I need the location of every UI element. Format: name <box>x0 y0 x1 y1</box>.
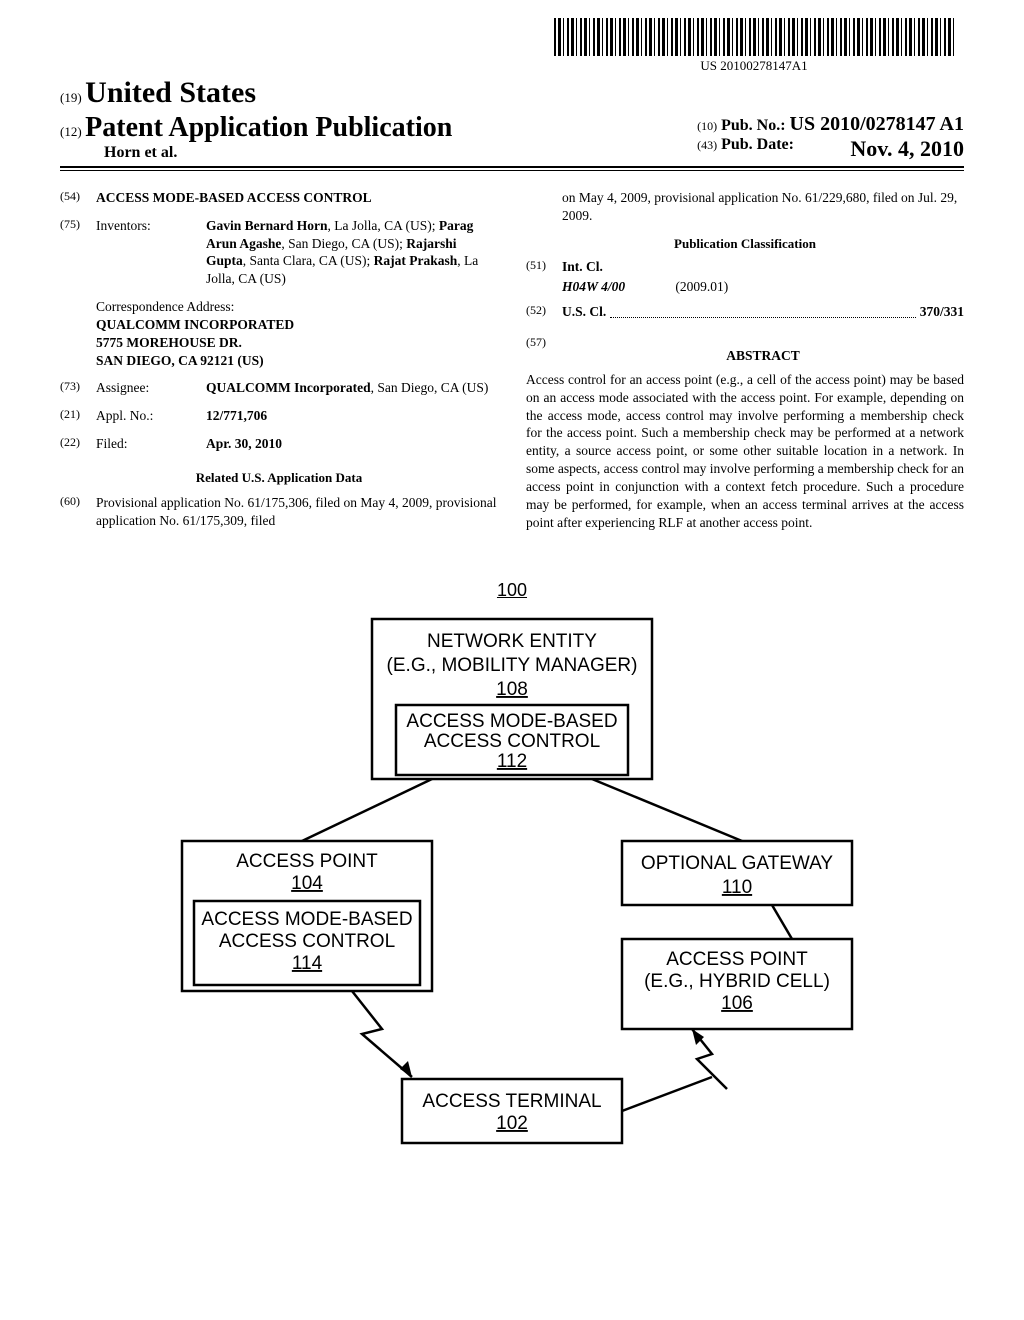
assignee-value: QUALCOMM Incorporated, San Diego, CA (US… <box>206 379 498 397</box>
applno-code: (21) <box>60 407 96 425</box>
abstract-body: Access control for an access point (e.g.… <box>526 371 964 531</box>
gateway-ref: 110 <box>722 877 752 898</box>
doc-type: Patent Application Publication <box>85 112 452 143</box>
amac-line1-112: ACCESS MODE-BASED <box>406 711 617 732</box>
gateway-label: OPTIONAL GATEWAY <box>641 853 833 874</box>
filed-value: Apr. 30, 2010 <box>206 435 498 453</box>
barcode-text: US 20100278147A1 <box>554 58 954 74</box>
correspondence-label: Correspondence Address: <box>96 298 498 316</box>
country-code: (19) <box>60 90 82 105</box>
provisional-continuation: on May 4, 2009, provisional application … <box>562 189 964 225</box>
amac-ref-112: 112 <box>497 751 527 772</box>
uscl-code: (52) <box>526 303 562 321</box>
correspondence-address: QUALCOMM INCORPORATED5775 MOREHOUSE DR.S… <box>96 316 498 369</box>
invention-title: ACCESS MODE-BASED ACCESS CONTROL <box>96 189 372 207</box>
abstract-heading: ABSTRACT <box>562 347 964 365</box>
intcl-code: (51) <box>526 258 562 276</box>
intcl-date: (2009.01) <box>675 279 728 294</box>
intcl-label: Int. Cl. <box>562 258 603 276</box>
country-line: (19) United States <box>60 76 964 110</box>
applno-label: Appl. No.: <box>96 407 206 425</box>
uscl-leader <box>610 303 915 318</box>
figure-diagram: NETWORK ENTITY (E.G., MOBILITY MANAGER) … <box>152 609 872 1169</box>
pub-date: Nov. 4, 2010 <box>850 136 964 162</box>
pub-date-code: (43) <box>697 138 717 152</box>
doc-type-code: (12) <box>60 124 82 139</box>
network-entity-ref: 108 <box>496 679 528 700</box>
assignee-label: Assignee: <box>96 379 206 397</box>
provisional-code: (60) <box>60 494 96 530</box>
inventors-code: (75) <box>60 217 96 288</box>
amac-line2-112: ACCESS CONTROL <box>424 731 600 752</box>
terminal-label: ACCESS TERMINAL <box>422 1091 601 1112</box>
ap-right-sub: (E.G., HYBRID CELL) <box>644 971 830 992</box>
network-entity-sub: (E.G., MOBILITY MANAGER) <box>387 655 638 676</box>
country-name: United States <box>85 76 256 109</box>
applno-value: 12/771,706 <box>206 407 498 425</box>
terminal-ref: 102 <box>496 1113 528 1134</box>
related-data-heading: Related U.S. Application Data <box>60 469 498 486</box>
uscl-label: U.S. Cl. <box>562 303 606 321</box>
abstract-code: (57) <box>526 335 562 371</box>
ap-left-ref: 104 <box>291 873 323 894</box>
inventors-label: Inventors: <box>96 217 206 288</box>
provisional-text: Provisional application No. 61/175,306, … <box>96 494 498 530</box>
figure-reference: 100 <box>497 580 527 601</box>
pub-no-code: (10) <box>697 119 717 133</box>
barcode-block: US 20100278147A1 <box>554 18 954 74</box>
intcl-class: H04W 4/00 <box>562 278 672 296</box>
amac-line2-114: ACCESS CONTROL <box>219 931 395 952</box>
pub-no: US 2010/0278147 A1 <box>790 113 964 135</box>
amac-line1-114: ACCESS MODE-BASED <box>201 909 412 930</box>
ap-right-ref: 106 <box>721 993 753 1014</box>
ap-right-label: ACCESS POINT <box>666 949 808 970</box>
pub-no-label: Pub. No.: <box>721 117 785 134</box>
classification-heading: Publication Classification <box>526 235 964 252</box>
amac-ref-114: 114 <box>292 953 323 974</box>
pub-date-label: Pub. Date: <box>721 136 794 153</box>
ap-left-label: ACCESS POINT <box>236 851 378 872</box>
barcode-graphic <box>554 18 954 56</box>
title-code: (54) <box>60 189 96 207</box>
authors: Horn et al. <box>104 144 452 162</box>
inventors-value: Gavin Bernard Horn, La Jolla, CA (US); P… <box>206 217 498 288</box>
filed-label: Filed: <box>96 435 206 453</box>
uscl-value: 370/331 <box>920 303 964 321</box>
assignee-code: (73) <box>60 379 96 397</box>
network-entity-label: NETWORK ENTITY <box>427 631 597 652</box>
filed-code: (22) <box>60 435 96 453</box>
